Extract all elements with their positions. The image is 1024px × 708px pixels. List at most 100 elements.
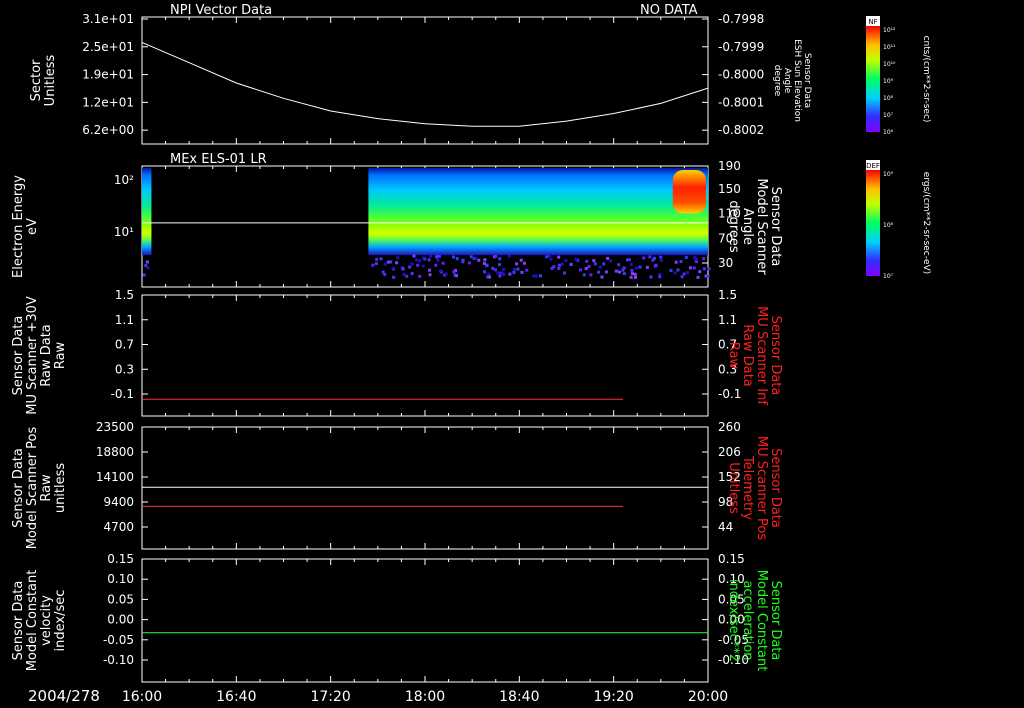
els-noise-pixel (629, 262, 633, 266)
left-tick-label: 4700 (103, 520, 134, 534)
colorbar-unit-label: ergs/(cm**2-sr-sec-eV) (921, 172, 931, 274)
els-noise-pixel (645, 265, 649, 269)
els-noise-pixel (488, 275, 491, 279)
els-noise-pixel (614, 269, 618, 273)
chart-canvas: NPI Vector Data NO DATA 3.1e+01 2.5e+01 1.9e… (11, 3, 931, 705)
els-noise-pixel (582, 273, 586, 277)
els-noise-pixel (501, 272, 505, 276)
left-tick-label: -0.05 (103, 633, 134, 647)
els-noise-pixel (428, 273, 432, 277)
els-noise-pixel (633, 272, 637, 276)
els-noise-pixel (532, 274, 536, 278)
right-tick-label: 150 (718, 182, 741, 196)
els-noise-pixel (659, 255, 663, 259)
right-axis-label: Sensor DataModel Constantaccelerationind… (726, 570, 783, 672)
left-axis-label-line: MU Scanner +30V (25, 296, 40, 415)
els-noise-pixel (679, 260, 683, 264)
right-axis-label-line: MU Scanner Pos (754, 436, 769, 541)
els-noise-pixel (429, 254, 433, 258)
left-axis-label-line: velocity (39, 595, 54, 646)
right-axis-label-line: ESH Sun Elevation (792, 39, 802, 122)
els-noise-pixel (441, 261, 445, 265)
els-noise-pixel (142, 273, 146, 277)
x-tick-label: 16:40 (216, 689, 256, 705)
right-axis-label-line: Sensor Data (802, 53, 812, 108)
left-axis-label-line: eV (25, 218, 40, 235)
left-tick-label: 0.3 (115, 362, 134, 376)
els-noise-pixel (494, 268, 497, 272)
els-noise-pixel (507, 254, 511, 258)
els-noise-pixel (455, 274, 458, 278)
els-hot-region (672, 170, 706, 214)
els-noise-pixel (374, 262, 378, 266)
left-axis-label-line: Sector (29, 59, 44, 101)
els-noise-pixel (634, 266, 638, 270)
right-axis-label-line: index/sec**2 (726, 579, 741, 662)
left-tick-label: -0.1 (111, 387, 134, 401)
left-axis-label-line: Model Constant (25, 570, 40, 672)
els-noise-pixel (483, 270, 487, 274)
els-noise-pixel (392, 275, 396, 279)
left-axis-label-line: Sensor Data (11, 581, 26, 661)
right-tick-label: -0.1 (718, 387, 741, 401)
els-noise-pixel (676, 268, 680, 272)
els-noise-pixel (673, 271, 677, 275)
left-tick-label: 10¹ (114, 225, 134, 239)
left-axis-label-line: Sensor Data (11, 448, 26, 528)
left-axis-label: Sensor DataModel Scanner PosRawunitless (11, 426, 68, 549)
els-noise-pixel (597, 270, 601, 274)
panel-frame (141, 426, 709, 550)
els-noise-pixel (585, 259, 589, 263)
colorbar-tick-label: 10¹⁰ (883, 61, 896, 68)
els-noise-pixel (558, 263, 561, 267)
els-noise-pixel (617, 263, 621, 267)
colorbar-1: DEF10⁹ 10⁸ 10⁷ ergs/(cm**2-sr-sec-eV) (866, 160, 931, 280)
els-noise-pixel (557, 255, 561, 259)
colorbar-gradient (866, 26, 880, 132)
els-noise-pixel (669, 269, 673, 272)
els-noise-pixel (569, 262, 573, 266)
els-noise-pixel (684, 255, 688, 259)
colorbar-tick-label: 10⁷ (883, 273, 894, 280)
right-axis-label-line: acceleration (740, 580, 755, 660)
panel-mu_inf: 1.51.10.70.3-0.11.51.10.70.3-0.1Sensor D… (11, 288, 783, 417)
left-axis-label-line: Unitless (43, 54, 58, 106)
els-noise-pixel (496, 271, 500, 275)
els-noise-pixel (383, 273, 387, 276)
els-noise-pixel (579, 268, 582, 272)
left-tick-label: 6.2e+00 (82, 123, 134, 137)
left-tick-label: 1.2e+01 (82, 95, 134, 109)
colorbar-tick-label: 10⁶ (883, 129, 894, 136)
els-noise-pixel (455, 257, 459, 261)
right-axis-label-line: Raw (726, 342, 741, 370)
els-noise-pixel (707, 267, 711, 271)
els-noise-pixel (564, 259, 568, 263)
els-noise-pixel (602, 262, 606, 266)
els-noise-pixel (421, 256, 425, 260)
left-tick-label: -0.10 (103, 653, 134, 667)
left-axis-label: Sensor DataModel Constantvelocityindex/s… (11, 570, 68, 672)
els-noise-pixel (698, 270, 702, 274)
els-noise-pixel (434, 263, 438, 267)
right-axis-label: Sensor DataESH Sun ElevationAngledegree (772, 39, 812, 122)
els-noise-pixel (474, 257, 478, 261)
right-tick-label: 206 (718, 445, 741, 459)
panel-status: NO DATA (640, 3, 698, 18)
left-axis-label-line: unitless (53, 463, 68, 514)
left-axis-label: Sensor DataMU Scanner +30VRaw DataRaw (11, 296, 68, 415)
colorbar-tick-label: 10⁷ (883, 112, 894, 119)
els-noise-pixel (435, 255, 438, 259)
x-axis: 16:00 16:40 17:20 18:00 18:40 19:20 20:00 (122, 689, 728, 705)
right-axis-label-line: degrees (726, 200, 741, 253)
els-noise-pixel (383, 262, 387, 266)
right-axis-label-line: Sensor Data (768, 581, 783, 661)
els-heatmap (142, 168, 711, 279)
els-noise-pixel (692, 266, 696, 270)
els-noise-pixel (469, 255, 473, 259)
left-tick-label: 18800 (96, 445, 134, 459)
els-noise-pixel (439, 269, 442, 273)
left-tick-label: 0.00 (107, 613, 134, 627)
left-axis-label-line: Raw (39, 474, 54, 502)
els-noise-pixel (418, 259, 422, 263)
right-axis-label-line: Unitless (726, 462, 741, 514)
